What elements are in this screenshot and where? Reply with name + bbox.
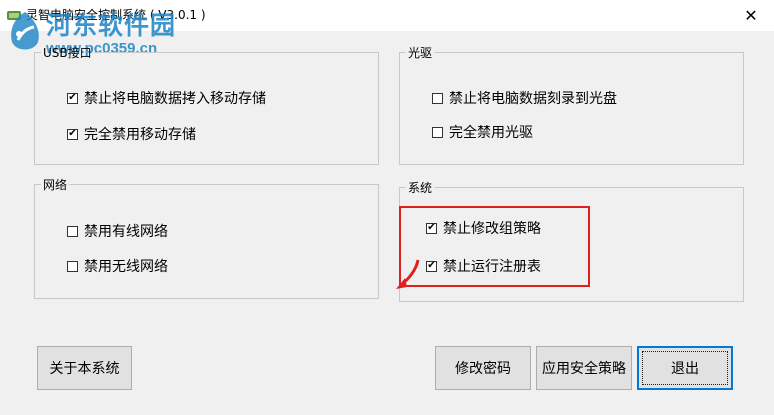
window-title: 灵智电脑安全控制系统 ( V3.0.1 ) bbox=[26, 8, 206, 22]
change-password-button[interactable]: 修改密码 bbox=[435, 346, 531, 390]
system-block-registry-checkbox[interactable]: ✔ 禁止运行注册表 bbox=[426, 256, 541, 276]
network-disable-wireless-checkbox[interactable]: 禁用无线网络 bbox=[67, 256, 168, 276]
checkbox-box[interactable]: ✔ bbox=[426, 260, 437, 272]
close-button[interactable]: ✕ bbox=[728, 0, 774, 30]
usb-group-legend: USB接口 bbox=[43, 46, 92, 60]
close-icon: ✕ bbox=[744, 5, 758, 25]
checkbox-box[interactable] bbox=[432, 92, 443, 104]
checkbox-box[interactable]: ✔ bbox=[67, 128, 78, 140]
network-disable-wired-checkbox[interactable]: 禁用有线网络 bbox=[67, 221, 168, 241]
checkbox-label: 禁止修改组策略 bbox=[443, 221, 541, 237]
checkbox-box[interactable] bbox=[67, 225, 78, 237]
optical-block-burn-checkbox[interactable]: 禁止将电脑数据刻录到光盘 bbox=[432, 88, 617, 108]
checkbox-label: 完全禁用移动存储 bbox=[84, 127, 196, 143]
checkbox-label: 禁用有线网络 bbox=[84, 224, 168, 240]
optical-group-legend: 光驱 bbox=[408, 46, 433, 60]
usb-block-copy-checkbox[interactable]: ✔ 禁止将电脑数据拷入移动存储 bbox=[67, 88, 266, 108]
system-block-group-policy-checkbox[interactable]: ✔ 禁止修改组策略 bbox=[426, 218, 541, 238]
about-button-label: 关于本系统 bbox=[49, 361, 120, 377]
apply-policy-button-label: 应用安全策略 bbox=[542, 361, 626, 377]
checkbox-box[interactable] bbox=[67, 260, 78, 272]
exit-button[interactable]: 退出 bbox=[637, 346, 733, 390]
checkbox-label: 禁止将电脑数据拷入移动存储 bbox=[84, 91, 266, 107]
usb-disable-storage-checkbox[interactable]: ✔ 完全禁用移动存储 bbox=[67, 124, 196, 144]
apply-policy-button[interactable]: 应用安全策略 bbox=[536, 346, 632, 390]
about-button[interactable]: 关于本系统 bbox=[37, 346, 132, 390]
checkbox-box[interactable] bbox=[432, 126, 443, 138]
checkbox-label: 完全禁用光驱 bbox=[449, 125, 533, 141]
system-group-legend: 系统 bbox=[408, 181, 433, 195]
checkbox-label: 禁用无线网络 bbox=[84, 259, 168, 275]
network-group-legend: 网络 bbox=[43, 178, 68, 192]
checkbox-box[interactable]: ✔ bbox=[67, 92, 78, 104]
checkbox-box[interactable]: ✔ bbox=[426, 222, 437, 234]
app-icon bbox=[7, 11, 21, 20]
focus-ring bbox=[642, 351, 728, 385]
change-password-button-label: 修改密码 bbox=[455, 361, 511, 377]
checkbox-label: 禁止将电脑数据刻录到光盘 bbox=[449, 91, 617, 107]
title-bar: 灵智电脑安全控制系统 ( V3.0.1 ) ✕ bbox=[0, 0, 774, 31]
checkbox-label: 禁止运行注册表 bbox=[443, 259, 541, 275]
optical-disable-drive-checkbox[interactable]: 完全禁用光驱 bbox=[432, 122, 533, 142]
system-group: 系统 bbox=[399, 179, 744, 302]
